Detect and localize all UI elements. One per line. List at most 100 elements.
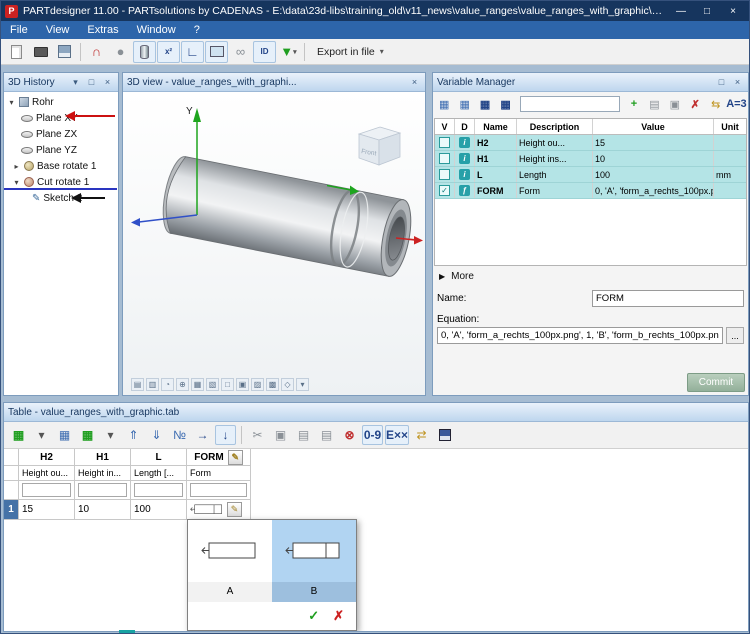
col-header-unit[interactable]: Unit [714, 119, 746, 134]
viewport-button[interactable] [205, 40, 228, 63]
col-header-description[interactable]: Description [517, 119, 593, 134]
variable-row-l[interactable]: i L Length 100 mm [435, 167, 746, 183]
col-header-form[interactable]: FORM ✎ [187, 449, 251, 466]
cancel-icon[interactable]: ✗ [333, 608, 344, 624]
view-cube[interactable]: Front [357, 126, 402, 166]
add-variable-icon[interactable]: + [625, 95, 643, 113]
copy-icon[interactable]: ▣ [666, 95, 684, 113]
browse-equation-button[interactable]: ... [726, 327, 744, 344]
close-icon[interactable]: × [101, 76, 114, 89]
mini-view-icon[interactable]: ▤ [131, 378, 144, 391]
formula-mode-icon[interactable]: E×× [385, 425, 410, 445]
info-icon[interactable]: i [459, 137, 470, 148]
accept-icon[interactable]: ✓ [308, 608, 319, 624]
new-file-button[interactable] [5, 41, 28, 63]
col-header-h2[interactable]: H2 [19, 449, 75, 466]
info-icon[interactable]: i [459, 169, 470, 180]
expander-open-icon[interactable]: ▾ [7, 98, 16, 107]
variables-button[interactable]: x² [157, 40, 180, 63]
variable-value[interactable]: 0, 'A', 'form_a_rechts_100px.pn... [593, 183, 714, 198]
col-header-name[interactable]: Name [475, 119, 517, 134]
expander-open-icon[interactable]: ▾ [12, 178, 21, 187]
variable-row-h1[interactable]: i H1 Height ins... 10 [435, 151, 746, 167]
export-in-file-button[interactable]: Export in file ▾ [309, 44, 392, 60]
close-icon[interactable]: × [408, 76, 421, 89]
menu-help[interactable]: ? [185, 21, 209, 39]
form-option-a[interactable] [188, 520, 272, 582]
visibility-checkbox-icon[interactable] [439, 153, 450, 164]
variable-row-h2[interactable]: i H2 Height ou... 15 [435, 135, 746, 151]
cell-form[interactable]: ✎ [187, 500, 251, 520]
menu-extras[interactable]: Extras [78, 21, 127, 39]
mini-solid-icon[interactable]: ▣ [236, 378, 249, 391]
form-option-b-label[interactable]: B [272, 582, 356, 602]
assign-icon[interactable]: A=3 [726, 95, 747, 113]
delete-icon[interactable]: ⊗ [339, 425, 360, 445]
insert-row-below-icon[interactable]: ⇓ [146, 425, 167, 445]
mini-wireframe-icon[interactable]: □ [221, 378, 234, 391]
variable-search-input[interactable] [519, 96, 620, 112]
mini-zoom-icon[interactable]: ⊕ [176, 378, 189, 391]
tree-item-plane-zx[interactable]: Plane ZX [4, 126, 118, 142]
link-button[interactable]: ∞ [229, 41, 252, 63]
filter-input-form[interactable] [190, 483, 247, 497]
grid-values-icon[interactable]: ▦ [496, 95, 514, 113]
swap-icon[interactable]: ⇄ [411, 425, 432, 445]
tree-item-rohr[interactable]: ▾ Rohr [4, 94, 118, 110]
filter-input-h2[interactable] [22, 483, 71, 497]
menu-file[interactable]: File [1, 21, 37, 39]
id-button[interactable]: ID [253, 40, 276, 63]
name-input[interactable] [592, 290, 744, 307]
grid-view-icon[interactable]: ▦ [435, 95, 453, 113]
function-icon[interactable]: ƒ [459, 185, 470, 196]
grid-detail-icon[interactable]: ▦ [455, 95, 473, 113]
coordinate-system-button[interactable]: ∟ [181, 40, 204, 63]
cell-h2[interactable]: 15 [19, 500, 75, 520]
visibility-checkbox-icon[interactable] [439, 137, 450, 148]
close-icon[interactable]: × [731, 76, 744, 89]
edit-form-cell-icon[interactable]: ✎ [227, 502, 242, 517]
variable-value[interactable]: 15 [593, 135, 714, 150]
visibility-checked-icon[interactable]: ✓ [439, 185, 450, 196]
filter-input-h1[interactable] [78, 483, 127, 497]
move-down-icon[interactable]: ↓ [215, 425, 236, 445]
form-option-b[interactable] [272, 520, 356, 582]
variable-value[interactable]: 10 [593, 151, 714, 166]
col-header-l[interactable]: L [131, 449, 187, 466]
close-button[interactable]: × [721, 3, 745, 19]
move-right-icon[interactable]: → [192, 425, 213, 445]
save-table-button[interactable] [434, 425, 455, 445]
paste-icon[interactable]: ▤ [645, 95, 663, 113]
cut-icon[interactable]: ✂ [247, 425, 268, 445]
visibility-checkbox-icon[interactable] [439, 169, 450, 180]
history-panel-header[interactable]: 3D History ▾ □ × [4, 73, 118, 92]
menu-view[interactable]: View [37, 21, 79, 39]
pin-icon[interactable]: ▾ [69, 76, 82, 89]
view3d-panel-header[interactable]: 3D view - value_ranges_with_graphi... × [123, 73, 425, 92]
paste-icon[interactable]: ▤ [293, 425, 314, 445]
mini-grid-icon[interactable]: ▦ [191, 378, 204, 391]
chevron-down-icon[interactable]: ▾ [100, 425, 121, 445]
variable-value[interactable]: 100 [593, 167, 714, 182]
minimize-button[interactable]: — [669, 3, 693, 19]
add-row-icon[interactable]: ▦ [8, 425, 29, 445]
more-expander[interactable]: ▶ More [433, 266, 748, 287]
copy-icon[interactable]: ▣ [270, 425, 291, 445]
col-header-d[interactable]: D [455, 119, 475, 134]
number-format-icon[interactable]: 0-9 [362, 425, 383, 445]
mini-section-icon[interactable]: ▨ [251, 378, 264, 391]
table-panel-header[interactable]: Table - value_ranges_with_graphic.tab [4, 403, 748, 422]
mini-iso-icon[interactable]: ◇ [281, 378, 294, 391]
float-icon[interactable]: □ [85, 76, 98, 89]
titlebar[interactable]: P PARTdesigner 11.00 - PARTsolutions by … [1, 1, 749, 21]
mini-view-icon[interactable]: ▥ [146, 378, 159, 391]
form-option-a-label[interactable]: A [188, 582, 272, 602]
tree-item-plane-yz[interactable]: Plane YZ [4, 142, 118, 158]
cell-h1[interactable]: 10 [75, 500, 131, 520]
save-button[interactable] [53, 41, 76, 63]
mini-texture-icon[interactable]: ▩ [266, 378, 279, 391]
variable-row-form[interactable]: ✓ ƒ FORM Form 0, 'A', 'form_a_rechts_100… [435, 183, 746, 199]
magnet-button[interactable]: ∩ [85, 41, 108, 63]
add-column-icon[interactable]: ▦ [77, 425, 98, 445]
cell-l[interactable]: 100 [131, 500, 187, 520]
